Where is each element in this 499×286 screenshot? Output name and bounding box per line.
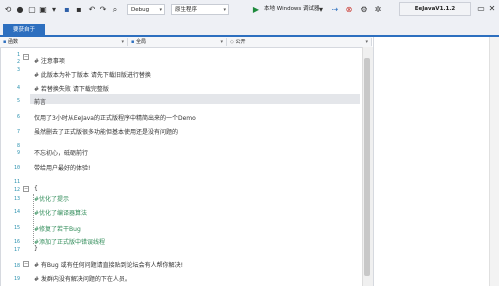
app-title: EeJavaV1.1.2 [399,2,471,16]
code-line: #优化了提示 [34,196,70,203]
step-icon[interactable]: ⇢ [330,5,340,15]
member-icon: ◇ [230,39,234,45]
code-line: 前言 [34,99,47,106]
object-label: 全局 [135,39,146,45]
platform-select[interactable]: 原生程序 ▾ [171,4,229,15]
run-debugger-button[interactable]: 本地 Windows 调试器 [264,4,320,15]
line-number: 10 [13,165,20,171]
settings-icon[interactable]: ⚙ [359,5,369,15]
member-label: 公开 [235,39,246,45]
main-toolbar: ⟲ ● ▢ ▣ ▾ ▪ ▪ ↶ ↷ ⌕ Debug ▾ 原生程序 ▾ ▶ 本地 … [0,0,499,21]
line-number: 16 [13,239,20,245]
fold-toggle-icon[interactable]: − [23,186,29,192]
line-number: 7 [16,129,20,135]
current-line-highlight [30,94,360,104]
line-number: 8 [16,143,20,149]
line-number: 6 [16,114,20,120]
object-dropdown[interactable]: ▪ 全局 ▾ [128,38,227,46]
object-icon: ▪ [131,39,135,45]
code-line: 不忘初心，砥砺前行 [34,150,89,157]
config-select[interactable]: Debug ▾ [127,4,165,15]
code-line: # 注意事项 [34,58,65,65]
new-project-icon[interactable]: ▢ [27,5,37,15]
line-number: 5 [16,98,20,104]
stop-icon[interactable]: ⊗ [344,5,354,15]
code-line: # 若替换失败 请下载完整版 [34,86,109,93]
fold-toggle-icon[interactable]: − [23,54,29,60]
code-line: #修复了若干Bug [34,226,81,233]
chevron-down-icon: ▾ [223,7,226,13]
forward-icon[interactable]: ● [15,5,25,15]
line-number: 2 [16,59,20,65]
code-line: # 有Bug 或有任何问题请直接贴到论坛会有人帮你解决! [34,262,183,269]
code-line: #优化了编译器算法 [34,210,88,217]
scope-icon: ▪ [3,39,7,45]
gutter-border [0,48,1,286]
code-line: #添加了正式版中错误线程 [34,239,106,246]
editor-scrollbar-thumb[interactable] [364,58,370,276]
line-number: 11 [13,179,20,185]
line-number: 9 [16,150,20,156]
code-line: # 发群内没有解决问题的下在人员。 [34,276,131,283]
close-icon[interactable]: ✕ [487,4,497,14]
line-number: 17 [13,247,20,253]
redo-icon[interactable]: ↷ [98,5,108,15]
platform-select-label: 原生程序 [175,7,198,13]
open-file-icon[interactable]: ▣ [38,5,48,15]
dropdown-arrow-icon[interactable]: ▾ [49,5,59,15]
minimize-icon[interactable]: ▭ [476,4,486,14]
find-icon[interactable]: ⌕ [110,5,120,15]
save-icon[interactable]: ▪ [62,5,72,15]
chevron-down-icon: ▾ [220,39,223,45]
line-number: 14 [13,209,20,215]
code-line: # 此版本为补丁版本 请先下载旧版进行替换 [34,72,151,79]
line-number: 19 [13,276,20,282]
code-line: { [34,185,38,192]
play-icon[interactable]: ▶ [251,5,261,15]
member-dropdown[interactable]: ◇ 公开 ▾ [227,38,372,46]
back-icon[interactable]: ⟲ [3,5,13,15]
scope-dropdown[interactable]: ▪ 函数 ▾ [0,38,128,46]
line-number: 13 [13,196,20,202]
code-line: 仅用了3小时从EeJava的正式版程序中精简出来的一个Demo [34,115,196,122]
code-line: } [34,245,38,252]
side-panel [373,37,499,286]
document-tabs [0,20,499,36]
undo-icon[interactable]: ↶ [87,5,97,15]
config-select-label: Debug [131,7,150,13]
scope-label: 函数 [7,39,18,45]
chevron-down-icon: ▾ [121,39,124,45]
line-number: 3 [16,67,20,73]
dropdown-arrow-icon[interactable]: ▾ [316,5,326,15]
side-panel-scrollbar[interactable] [489,37,499,286]
code-line: 虽然删去了正式版很多功能但基本使用还是没有问题的 [34,129,179,136]
line-number: 18 [13,263,20,269]
gear-icon[interactable]: ✲ [373,5,383,15]
line-number: 1 [16,52,20,58]
line-number: 15 [13,225,20,231]
save-all-icon[interactable]: ▪ [74,5,84,15]
line-number: 4 [16,85,20,91]
chevron-down-icon: ▾ [365,39,368,45]
line-number: 12 [13,187,20,193]
navigation-bar: ▪ 函数 ▾ ▪ 全局 ▾ ◇ 公开 ▾ [0,37,372,48]
code-line: 带给用户最好的体验! [34,165,91,172]
chevron-down-icon: ▾ [159,7,162,13]
fold-toggle-icon[interactable]: − [23,261,29,267]
